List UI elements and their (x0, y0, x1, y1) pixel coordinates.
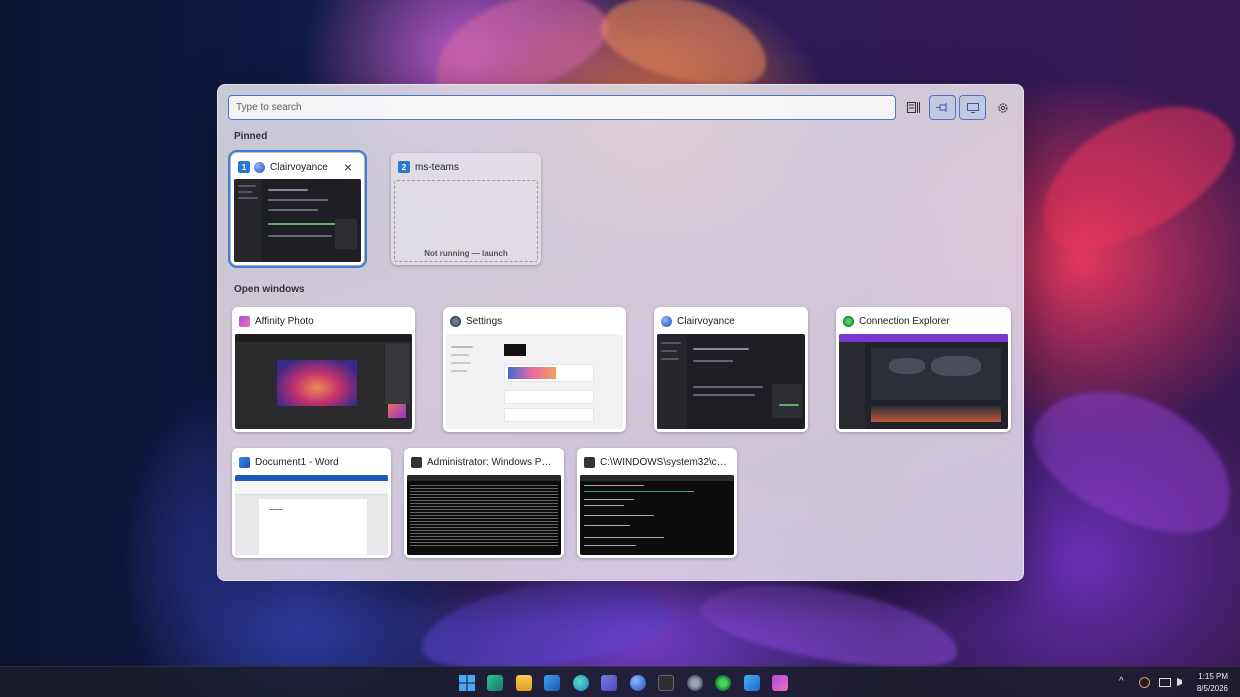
window-thumbnail (839, 334, 1008, 429)
teams-icon[interactable] (601, 675, 617, 691)
window-thumbnail (657, 334, 805, 429)
edge-icon[interactable] (573, 675, 589, 691)
pinned-section-label: Pinned (234, 131, 268, 142)
close-icon[interactable]: × (344, 160, 352, 174)
window-thumbnail (407, 475, 561, 555)
window-thumbnail (580, 475, 734, 555)
window-card-settings[interactable]: Settings (443, 307, 626, 432)
open-windows-section-label: Open windows (234, 284, 305, 295)
window-card-cmd[interactable]: C:\WINDOWS\system32\cmd.e... (577, 448, 737, 558)
notification-status-icon[interactable] (1139, 677, 1150, 688)
network-icon[interactable] (1159, 678, 1171, 687)
window-thumbnail (446, 334, 623, 429)
window-title: Administrator: Windows Power... (427, 456, 557, 468)
window-card-word[interactable]: Document1 - Word (232, 448, 391, 558)
monitor-icon (966, 102, 979, 113)
launch-placeholder[interactable]: Not running — launch (394, 180, 538, 262)
window-card-connection-explorer[interactable]: Connection Explorer (836, 307, 1011, 432)
monitor-button[interactable] (959, 95, 986, 120)
pin-icon (936, 103, 947, 112)
terminal-icon (411, 456, 422, 468)
window-thumbnail (235, 334, 412, 429)
window-title: Connection Explorer (859, 315, 950, 327)
remote-desktop-icon[interactable] (744, 675, 760, 691)
pin-index-badge: 2 (398, 161, 410, 173)
window-thumbnail (234, 179, 361, 262)
terminal-icon[interactable] (658, 675, 674, 691)
clairvoyance-icon[interactable] (630, 675, 646, 691)
affinity-photo-icon[interactable] (772, 675, 788, 691)
connection-explorer-icon (843, 315, 854, 327)
window-title: Document1 - Word (255, 456, 339, 468)
layout-button[interactable] (900, 95, 927, 120)
terminal-icon (584, 456, 595, 468)
volume-icon[interactable] (1177, 678, 1185, 686)
pin-index-badge: 1 (238, 161, 250, 173)
file-explorer-icon[interactable] (516, 675, 532, 691)
pin-button[interactable] (929, 95, 956, 120)
gear-icon (997, 102, 1008, 113)
window-thumbnail (235, 475, 388, 555)
affinity-photo-icon (239, 315, 250, 327)
clairvoyance-icon (661, 315, 672, 327)
layout-icon (907, 102, 920, 113)
pinned-item-title: ms-teams (415, 161, 459, 173)
outlook-icon[interactable] (544, 675, 560, 691)
store-icon[interactable] (487, 675, 503, 691)
window-card-affinity-photo[interactable]: Affinity Photo (232, 307, 415, 432)
clock[interactable]: 1:15 PM 8/5/2026 (1197, 671, 1228, 695)
clock-time: 1:15 PM (1198, 672, 1228, 681)
word-icon (239, 456, 250, 468)
start-icon[interactable] (459, 675, 475, 691)
window-switcher-panel: Pinned 1 Clairvoyance × (217, 84, 1024, 581)
window-title: Affinity Photo (255, 315, 314, 327)
clairvoyance-icon (254, 161, 265, 173)
pinned-item-title: Clairvoyance (270, 161, 328, 173)
search-input[interactable] (228, 95, 896, 120)
launch-status: Not running — launch (424, 249, 508, 258)
pinned-item-clairvoyance[interactable]: 1 Clairvoyance × (228, 150, 367, 268)
window-card-clairvoyance[interactable]: Clairvoyance (654, 307, 808, 432)
settings-gear-icon (450, 315, 461, 327)
pinned-item-ms-teams[interactable]: 2 ms-teams Not running — launch (391, 153, 541, 265)
taskbar: ^ 1:15 PM 8/5/2026 (0, 666, 1240, 697)
window-title: C:\WINDOWS\system32\cmd.e... (600, 456, 730, 468)
clock-date: 8/5/2026 (1196, 684, 1228, 693)
connection-explorer-icon[interactable] (715, 675, 731, 691)
settings-button[interactable] (989, 95, 1016, 120)
settings-gear-icon[interactable] (687, 675, 703, 691)
tray-chevron-icon[interactable]: ^ (1119, 676, 1124, 687)
window-title: Settings (466, 315, 503, 327)
window-card-powershell[interactable]: Administrator: Windows Power... (404, 448, 564, 558)
window-title: Clairvoyance (677, 315, 735, 327)
